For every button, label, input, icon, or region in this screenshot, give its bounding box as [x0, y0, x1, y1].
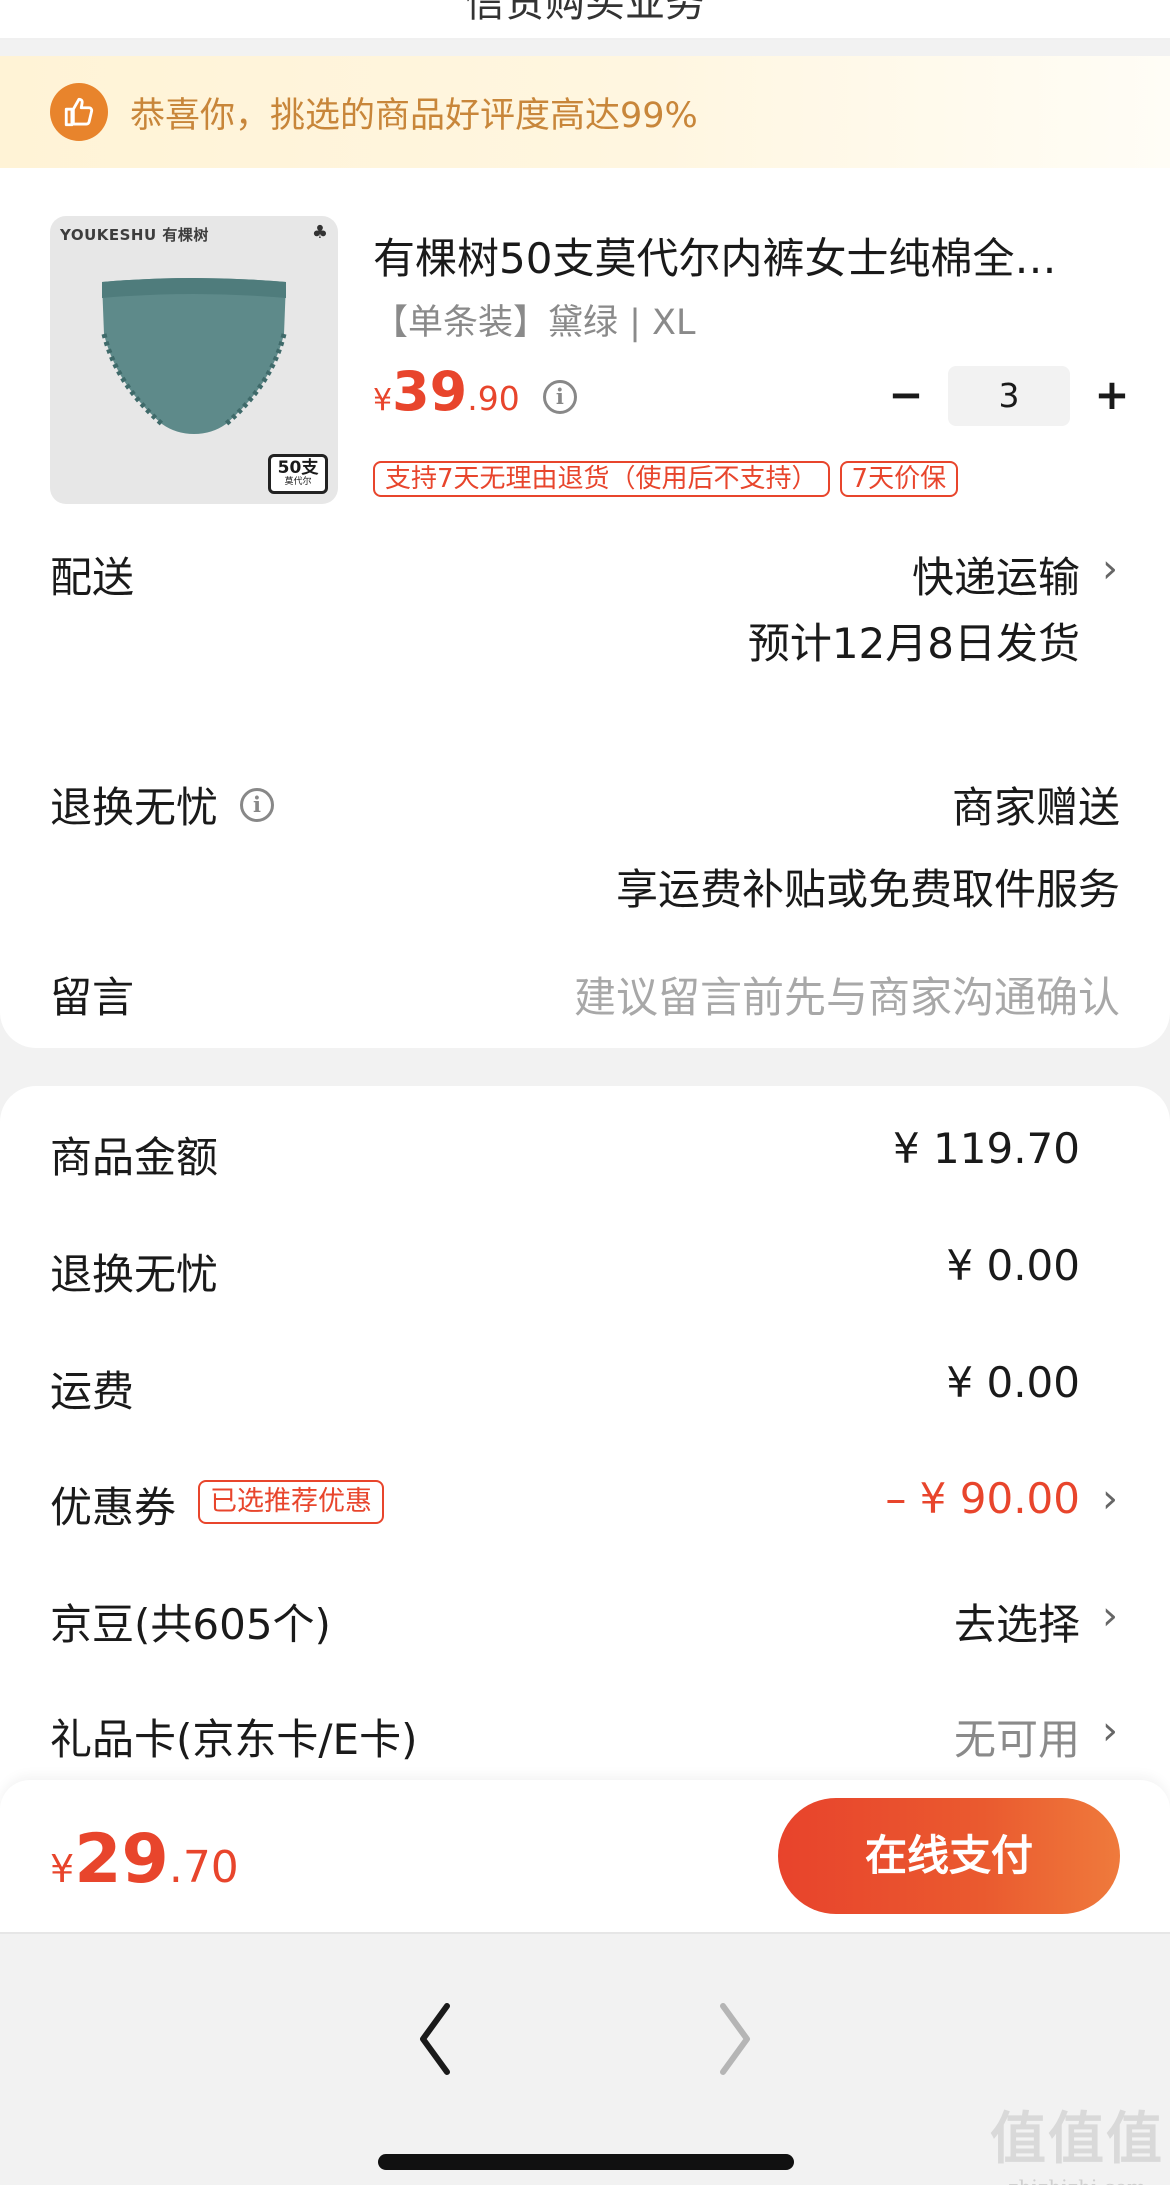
return-service-row: 退换无忧 i [50, 774, 275, 835]
quantity-stepper: − 3 + [880, 366, 1138, 426]
gift-card-value[interactable]: 无可用 [954, 1706, 1080, 1767]
home-indicator [378, 2154, 794, 2170]
page-header: 信贷购买业务 [0, 0, 1170, 40]
chevron-right-icon[interactable]: › [1102, 1476, 1118, 1522]
message-label: 留言 [50, 973, 135, 1022]
order-item-card: YOUKESHU 有棵树 ♣ 50支 莫代尔 有棵树50支莫代尔内裤女士纯棉全…… [0, 168, 1170, 1048]
product-price: ¥39.90 i [373, 360, 577, 423]
pay-online-button[interactable]: 在线支付 [778, 1798, 1120, 1914]
browser-nav-bar: 值值值 zhizhizhi.com [0, 1932, 1170, 2185]
product-title[interactable]: 有棵树50支莫代尔内裤女士纯棉全… [373, 225, 1113, 286]
watermark-logo: 值值值 zhizhizhi.com [990, 2106, 1164, 2185]
product-spec[interactable]: 【单条装】黛绿 | XL [373, 294, 696, 345]
praise-banner: 恭喜你，挑选的商品好评度高达99% [0, 56, 1170, 168]
price-protect-tag: 7天价保 [839, 461, 959, 497]
quantity-input[interactable]: 3 [948, 366, 1070, 426]
price-summary-card: 商品金额 ¥ 119.70 退换无忧 ¥ 0.00 运费 ¥ 0.00 优惠券 … [0, 1086, 1170, 1846]
50-count-badge: 50支 莫代尔 [268, 454, 328, 494]
jd-beans-label: 京豆(共605个) [50, 1600, 331, 1649]
shipping-label: 运费 [50, 1367, 135, 1416]
product-brand: YOUKESHU 有棵树 [60, 226, 209, 244]
return-info-icon[interactable]: i [240, 787, 275, 822]
delivery-label: 配送 [50, 553, 135, 602]
back-arrow-icon[interactable] [405, 1994, 465, 2084]
coupon-label: 优惠券 [50, 1483, 177, 1532]
return-fee-label: 退换无忧 [50, 1250, 219, 1299]
service-tags: 支持7天无理由退货（使用后不支持） 7天价保 [373, 461, 959, 497]
shipping-value: ¥ 0.00 [946, 1358, 1080, 1407]
delivery-estimate: 预计12月8日发货 [747, 619, 1080, 668]
return-service-label: 退换无忧 [50, 783, 219, 832]
checkout-bar: ¥29.70 在线支付 [0, 1780, 1170, 1932]
coupon-value[interactable]: – ¥ 90.00 [885, 1474, 1080, 1523]
price-info-icon[interactable]: i [542, 380, 577, 414]
chevron-right-icon[interactable]: › [1102, 1593, 1118, 1639]
underwear-illustration [101, 278, 287, 434]
jd-beans-value[interactable]: 去选择 [954, 1591, 1080, 1652]
decrease-button[interactable]: − [880, 370, 932, 422]
increase-button[interactable]: + [1086, 370, 1138, 422]
goods-amount-label: 商品金额 [50, 1133, 219, 1182]
forward-arrow-icon[interactable] [705, 1994, 765, 2084]
page-title: 信贷购买业务 [465, 0, 705, 26]
return-service-value: 商家赠送 [951, 783, 1120, 832]
return-policy-tag: 支持7天无理由退货（使用后不支持） [373, 461, 830, 497]
gift-card-label: 礼品卡(京东卡/E卡) [50, 1715, 418, 1764]
goods-amount-value: ¥ 119.70 [892, 1124, 1080, 1173]
total-price: ¥29.70 [50, 1820, 239, 1899]
return-service-desc: 享运费补贴或免费取件服务 [615, 865, 1120, 914]
chevron-right-icon[interactable]: › [1102, 1708, 1118, 1754]
coupon-selected-tag: 已选推荐优惠 [198, 1480, 384, 1524]
product-image[interactable]: YOUKESHU 有棵树 ♣ 50支 莫代尔 [50, 216, 338, 504]
return-fee-value: ¥ 0.00 [946, 1241, 1080, 1290]
club-icon: ♣ [311, 222, 328, 243]
banner-text: 恭喜你，挑选的商品好评度高达99% [130, 95, 698, 136]
message-input[interactable]: 建议留言前先与商家沟通确认 [574, 964, 1120, 1025]
thumbs-up-icon [50, 83, 108, 141]
delivery-method[interactable]: 快递运输 [912, 544, 1080, 605]
chevron-right-icon[interactable]: › [1102, 546, 1118, 592]
